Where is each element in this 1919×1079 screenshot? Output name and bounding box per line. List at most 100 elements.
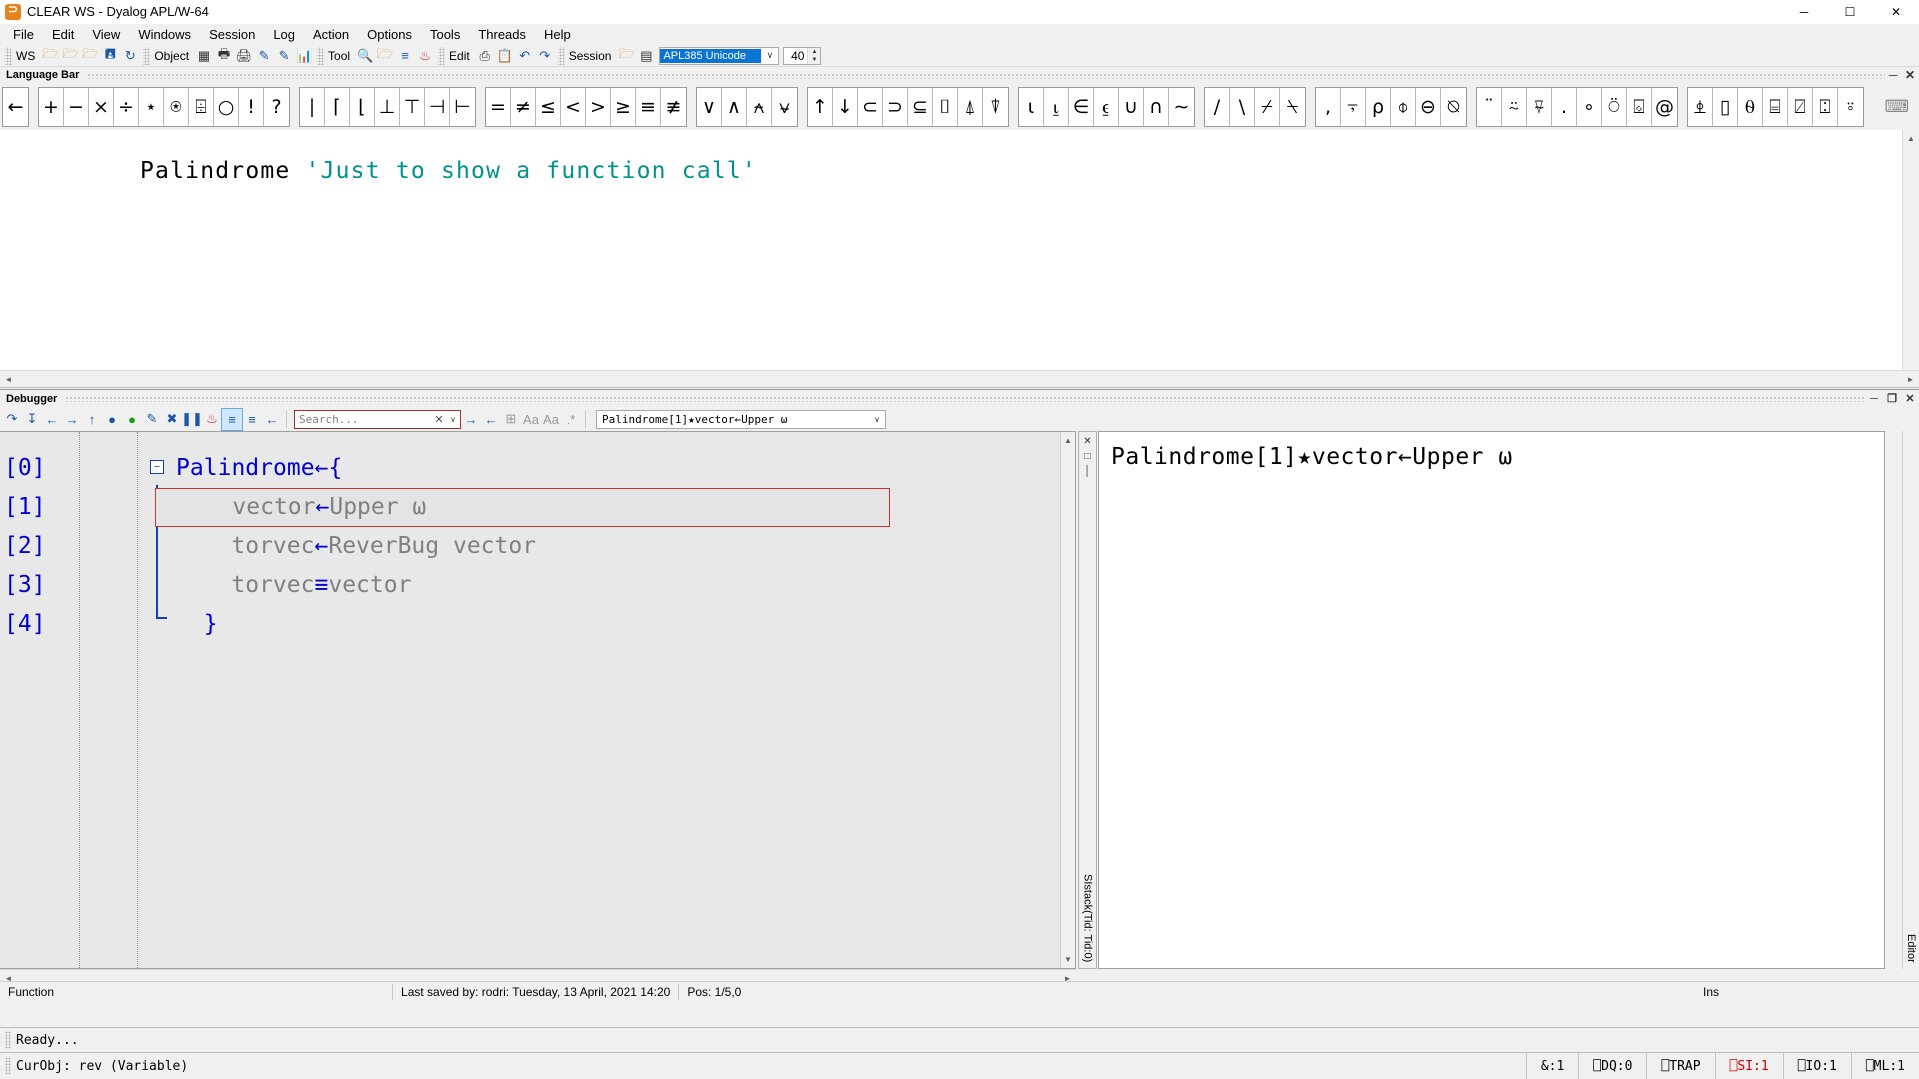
apl-key-9-2[interactable]: ⍫ xyxy=(1527,87,1552,126)
apl-key-5-7[interactable]: ⍒ xyxy=(983,87,1008,126)
sistack-panel[interactable]: ✕ □ │ SIstack(Tid: Tid:0) xyxy=(1078,431,1097,969)
minimize-icon[interactable]: │ xyxy=(1084,466,1090,477)
apl-key-1-3[interactable]: ÷ xyxy=(114,87,139,126)
apl-key-10-4[interactable]: ⍁ xyxy=(1788,87,1813,126)
folder-icon[interactable]: 🗁 xyxy=(616,46,636,66)
edit-object-icon[interactable]: ✎ xyxy=(254,46,274,66)
apl-key-8-4[interactable]: ⊖ xyxy=(1416,87,1441,126)
apl-key-1-9[interactable]: ? xyxy=(264,87,289,126)
apl-key-4-3[interactable]: ⍱ xyxy=(772,87,797,126)
open-ws-icon[interactable]: 🗁 xyxy=(60,46,80,66)
apl-key-3-4[interactable]: > xyxy=(586,87,611,126)
code-line-3[interactable]: torvec≡vector xyxy=(176,566,1075,605)
apl-key-1-6[interactable]: ⌹ xyxy=(189,87,214,126)
trace-pane[interactable]: Palindrome[1]★vector←Upper ω xyxy=(1098,431,1885,969)
back-icon[interactable]: ← xyxy=(42,409,62,430)
fold-column[interactable]: − xyxy=(148,449,170,629)
pause-icon[interactable]: ❚❚ xyxy=(181,409,203,430)
language-bar-close-icon[interactable]: ✕ xyxy=(1901,68,1919,82)
apl-key-9-6[interactable]: ⌺ xyxy=(1627,87,1652,126)
apl-key-1-0[interactable]: + xyxy=(39,87,64,126)
keyboard-icon[interactable]: ⌨ xyxy=(1878,97,1915,117)
debugger-restore-icon[interactable]: ❐ xyxy=(1883,392,1901,405)
apl-key-5-3[interactable]: ⊃ xyxy=(883,87,908,126)
apl-key-5-6[interactable]: ⍋ xyxy=(958,87,983,126)
apl-key-3-5[interactable]: ≥ xyxy=(611,87,636,126)
session-vscrollbar[interactable]: ▲ ▼ xyxy=(1902,130,1919,387)
apl-key-2-4[interactable]: ⊤ xyxy=(400,87,425,126)
apl-key-8-2[interactable]: ⍴ xyxy=(1366,87,1391,126)
apl-key-0-0[interactable]: ← xyxy=(3,87,28,126)
toolbar-grip-5[interactable] xyxy=(557,46,565,65)
apl-key-8-3[interactable]: ⌽ xyxy=(1391,87,1416,126)
toolbar-grip-3[interactable] xyxy=(317,46,325,65)
forward-icon[interactable]: → xyxy=(62,409,82,430)
apl-key-2-6[interactable]: ⊢ xyxy=(450,87,475,126)
continue-icon[interactable]: ● xyxy=(122,409,142,430)
apl-key-1-4[interactable]: ⋆ xyxy=(139,87,164,126)
apl-key-6-6[interactable]: ∼ xyxy=(1169,87,1194,126)
menu-windows[interactable]: Windows xyxy=(129,25,200,44)
editor-vscrollbar[interactable]: ▲ ▼ xyxy=(1060,432,1075,968)
copy-icon[interactable]: ⎙ xyxy=(475,46,495,66)
step-over-icon[interactable]: ↧ xyxy=(22,409,42,430)
apl-key-5-1[interactable]: ↓ xyxy=(833,87,858,126)
apl-key-7-2[interactable]: ⌿ xyxy=(1255,87,1280,126)
whole-word-icon[interactable]: Aa xyxy=(541,409,561,430)
apl-key-5-2[interactable]: ⊂ xyxy=(858,87,883,126)
apl-key-4-2[interactable]: ⍲ xyxy=(747,87,772,126)
search-icon[interactable]: 🔍 xyxy=(355,46,375,66)
step-out-icon[interactable]: ↑ xyxy=(82,409,102,430)
apl-key-3-1[interactable]: ≠ xyxy=(511,87,536,126)
scroll-up-icon[interactable]: ▲ xyxy=(1903,130,1919,147)
apl-key-4-1[interactable]: ∧ xyxy=(722,87,747,126)
new-object-icon[interactable]: ✎ xyxy=(274,46,294,66)
apl-key-3-2[interactable]: ≤ xyxy=(536,87,561,126)
apl-key-9-3[interactable]: . xyxy=(1552,87,1577,126)
apl-key-8-1[interactable]: ⍪ xyxy=(1341,87,1366,126)
language-bar-minimize-icon[interactable]: ─ xyxy=(1885,68,1901,82)
apl-key-3-6[interactable]: ≡ xyxy=(636,87,661,126)
search-input[interactable]: Search... ✕ ∨ xyxy=(294,409,461,429)
close-icon[interactable]: ✕ xyxy=(1083,436,1091,447)
refresh-ws-icon[interactable]: ↻ xyxy=(120,46,140,66)
editor-vscroll-track[interactable] xyxy=(1061,449,1075,951)
menu-threads[interactable]: Threads xyxy=(469,25,535,44)
close-icon[interactable]: ✕ xyxy=(432,413,446,426)
debugger-minimize-icon[interactable]: ─ xyxy=(1865,393,1883,405)
scroll-up-icon[interactable]: ▲ xyxy=(1061,432,1075,449)
apl-key-6-4[interactable]: ∪ xyxy=(1119,87,1144,126)
apl-key-5-0[interactable]: ↑ xyxy=(808,87,833,126)
return-icon[interactable]: ← xyxy=(262,409,282,430)
toolbar-grip[interactable] xyxy=(5,46,12,65)
code-line-1[interactable]: vector←Upper ω xyxy=(155,488,890,527)
scroll-down-icon[interactable]: ▼ xyxy=(1061,951,1075,968)
apl-key-10-1[interactable]: ▯ xyxy=(1713,87,1738,126)
clear-trace-icon[interactable]: ✎ xyxy=(142,409,162,430)
copy-ws-icon[interactable]: 🗁 xyxy=(80,46,100,66)
apl-key-1-8[interactable]: ! xyxy=(239,87,264,126)
code-area[interactable]: − Palindrome←{ vector←Upper ω torvec←Rev… xyxy=(138,432,1075,968)
new-ws-icon[interactable]: 🗁 xyxy=(40,46,60,66)
print-icon[interactable]: 🖨 xyxy=(234,46,254,66)
apl-key-2-1[interactable]: ⌈ xyxy=(325,87,350,126)
apl-key-6-5[interactable]: ∩ xyxy=(1144,87,1169,126)
apl-key-8-5[interactable]: ⍉ xyxy=(1441,87,1466,126)
apl-key-4-0[interactable]: ∨ xyxy=(697,87,722,126)
line-numbers-icon[interactable]: ▤ xyxy=(636,46,656,66)
apl-key-6-2[interactable]: ∈ xyxy=(1069,87,1094,126)
apl-key-10-2[interactable]: ⍬ xyxy=(1738,87,1763,126)
menu-view[interactable]: View xyxy=(83,25,129,44)
code-line-2[interactable]: torvec←ReverBug vector xyxy=(176,527,1075,566)
session-hscroll-track[interactable] xyxy=(17,371,1902,387)
editor-tab[interactable]: Editor xyxy=(1902,431,1919,969)
code-editor[interactable]: [0] [1] [2] [3] [4] − Palindrome←{ vector←Up… xyxy=(0,431,1076,986)
apl-key-1-5[interactable]: ⍟ xyxy=(164,87,189,126)
apl-key-3-7[interactable]: ≢ xyxy=(661,87,686,126)
restore-icon[interactable]: □ xyxy=(1084,451,1090,462)
chevron-down-icon[interactable]: ∨ xyxy=(761,50,778,61)
breakpoint-gutter[interactable] xyxy=(80,432,138,968)
close-button[interactable]: ✕ xyxy=(1873,0,1919,24)
apl-key-2-2[interactable]: ⌊ xyxy=(350,87,375,126)
code-line-0[interactable]: Palindrome←{ xyxy=(176,449,1075,488)
